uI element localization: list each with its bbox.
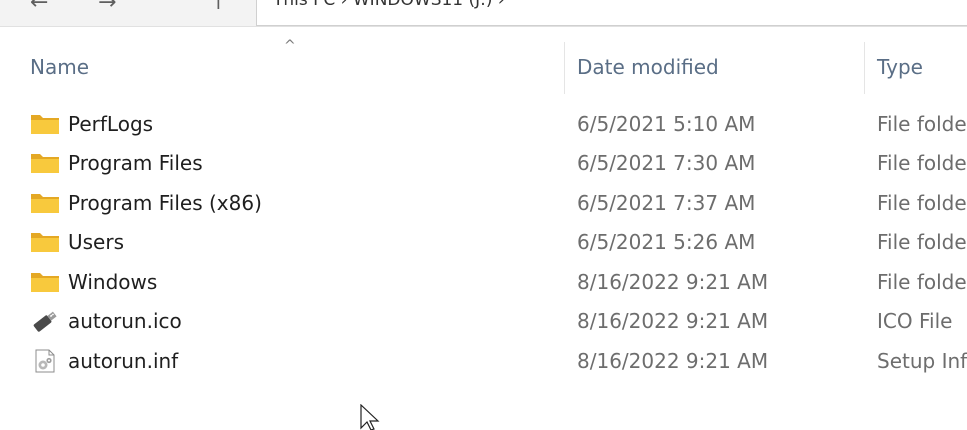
file-type: File folde [877, 112, 967, 136]
file-type: ICO File [877, 309, 953, 333]
file-row[interactable]: autorun.ico 8/16/2022 9:21 AM ICO File [0, 302, 967, 340]
back-arrow-icon[interactable]: ← [30, 0, 48, 15]
file-row[interactable]: Program Files (x86) 6/5/2021 7:37 AM Fil… [0, 184, 967, 222]
file-name: PerfLogs [68, 112, 154, 136]
address-bar-area: ← → ↑ This PC › WINDOWS11 (J:) › [0, 0, 967, 27]
sort-ascending-icon: ^ [284, 38, 296, 54]
column-divider[interactable] [564, 42, 565, 94]
file-name: Windows [68, 270, 158, 294]
file-name: Program Files [68, 151, 203, 175]
file-date-modified: 6/5/2021 5:26 AM [577, 230, 756, 254]
folder-icon [31, 273, 59, 292]
file-row[interactable]: PerfLogs 6/5/2021 5:10 AM File folde [0, 105, 967, 143]
file-date-modified: 8/16/2022 9:21 AM [577, 270, 769, 294]
column-divider[interactable] [864, 42, 865, 94]
file-date-modified: 8/16/2022 9:21 AM [577, 349, 769, 373]
file-type: File folde [877, 270, 967, 294]
file-row[interactable]: autorun.inf 8/16/2022 9:21 AM Setup Inf [0, 342, 967, 380]
file-type: File folde [877, 191, 967, 215]
up-arrow-icon[interactable]: ↑ [210, 0, 227, 14]
setup-file-icon [35, 349, 55, 373]
folder-icon [31, 194, 59, 213]
file-type: File folde [877, 151, 967, 175]
file-name: autorun.inf [68, 349, 179, 373]
address-field[interactable]: This PC › WINDOWS11 (J:) › [256, 0, 967, 26]
column-header-type[interactable]: Type [877, 55, 923, 79]
folder-icon [31, 233, 59, 252]
breadcrumb: This PC › WINDOWS11 (J:) › [273, 0, 505, 10]
file-row[interactable]: Windows 8/16/2022 9:21 AM File folde [0, 263, 967, 301]
mouse-cursor-icon [360, 404, 380, 430]
folder-icon [31, 154, 59, 173]
file-row[interactable]: Users 6/5/2021 5:26 AM File folde [0, 223, 967, 261]
forward-arrow-icon[interactable]: → [98, 0, 116, 15]
file-name: autorun.ico [68, 309, 182, 333]
column-header-date-modified[interactable]: Date modified [577, 55, 719, 79]
file-date-modified: 6/5/2021 7:30 AM [577, 151, 756, 175]
file-date-modified: 8/16/2022 9:21 AM [577, 309, 769, 333]
usb-drive-icon [33, 311, 57, 332]
folder-icon [31, 115, 59, 134]
column-header-name[interactable]: Name [30, 55, 89, 79]
file-name: Users [68, 230, 125, 254]
file-type: File folde [877, 230, 967, 254]
file-name: Program Files (x86) [68, 191, 262, 215]
file-type: Setup Inf [877, 349, 967, 373]
file-row[interactable]: Program Files 6/5/2021 7:30 AM File fold… [0, 144, 967, 182]
file-date-modified: 6/5/2021 5:10 AM [577, 112, 756, 136]
file-date-modified: 6/5/2021 7:37 AM [577, 191, 756, 215]
